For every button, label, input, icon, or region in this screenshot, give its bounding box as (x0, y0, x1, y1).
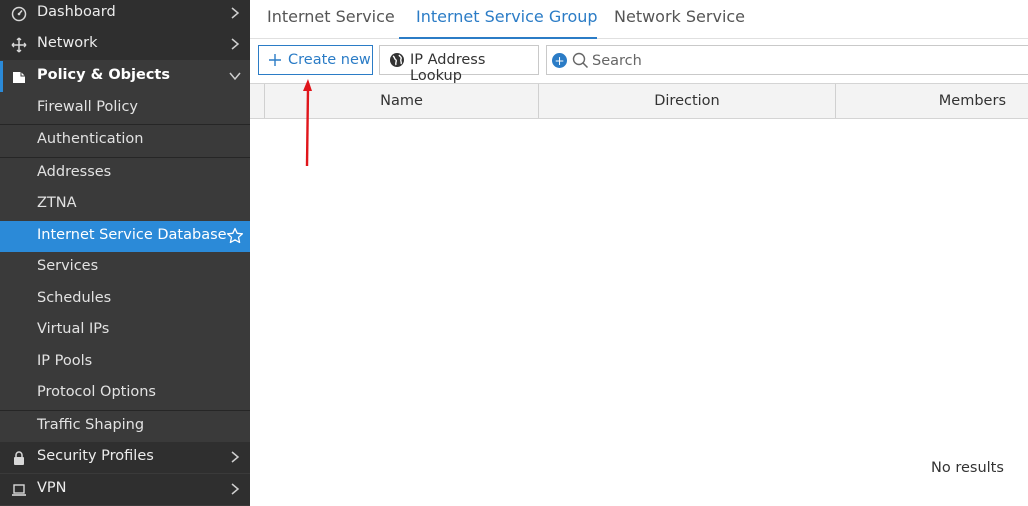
sidebar-subitem-protocol-options[interactable]: Protocol Options (0, 378, 250, 409)
sidebar-subitem-label: Addresses (37, 164, 112, 180)
column-header-direction[interactable]: Direction (539, 84, 836, 118)
empty-state-text: No results (931, 460, 1004, 476)
table-header: Name Direction Members (250, 83, 1028, 119)
chevron-down-icon (228, 68, 242, 84)
chevron-right-icon (228, 481, 242, 497)
sidebar-subitem-label: ZTNA (37, 195, 77, 211)
sidebar-subitem-label: Traffic Shaping (37, 417, 145, 433)
tab-network-service[interactable]: Network Service (614, 7, 745, 26)
chevron-right-icon (228, 449, 242, 465)
sidebar-subitem-label: IP Pools (37, 353, 93, 369)
star-icon[interactable] (226, 227, 244, 245)
main-content: Internet Service Internet Service Group … (250, 0, 1028, 506)
policy-objects-icon (10, 68, 27, 85)
sidebar-subitem-internet-service-database[interactable]: Internet Service Database (0, 221, 250, 252)
tab-internet-service[interactable]: Internet Service (267, 7, 395, 26)
sidebar-item-label: Security Profiles (37, 448, 154, 464)
sidebar-item-security-profiles[interactable]: Security Profiles (0, 442, 250, 473)
sidebar-subitem-ztna[interactable]: ZTNA (0, 189, 250, 220)
add-filter-icon[interactable]: + (552, 53, 567, 68)
sidebar-item-dashboard[interactable]: Dashboard (0, 0, 250, 29)
annotation-arrow-icon (303, 79, 312, 167)
create-new-button[interactable]: Create new (258, 45, 373, 75)
sidebar-subitem-virtual-ips[interactable]: Virtual IPs (0, 315, 250, 346)
sidebar-item-network[interactable]: Network (0, 29, 250, 60)
network-icon (10, 36, 27, 53)
sidebar-subitem-label: Internet Service Database (37, 227, 227, 243)
sidebar-subitem-traffic-shaping[interactable]: Traffic Shaping (0, 411, 250, 442)
select-all-column[interactable] (250, 84, 265, 118)
sidebar-subitem-ip-pools[interactable]: IP Pools (0, 347, 250, 378)
dashboard-icon (10, 5, 27, 22)
ip-address-lookup-button[interactable]: IP Address Lookup (379, 45, 539, 84)
sidebar-subitem-services[interactable]: Services (0, 252, 250, 283)
sidebar-item-vpn[interactable]: VPN (0, 474, 250, 505)
sidebar-subitem-label: Firewall Policy (37, 99, 138, 115)
sidebar-subitem-label: Virtual IPs (37, 321, 110, 337)
sidebar-subitem-label: Authentication (37, 131, 144, 147)
sidebar-subitem-firewall-policy[interactable]: Firewall Policy (0, 93, 250, 124)
search-input[interactable] (592, 50, 1012, 71)
active-tab-indicator (399, 37, 597, 39)
toolbar: Create new IP Address Lookup + (250, 45, 1028, 84)
column-header-members[interactable]: Members (836, 84, 1028, 118)
create-new-label: Create new (288, 52, 371, 68)
tab-bar: Internet Service Internet Service Group … (250, 0, 1028, 39)
ip-address-lookup-label: IP Address Lookup (410, 52, 486, 84)
search-icon (572, 52, 589, 69)
sidebar-item-label: Network (37, 35, 98, 51)
sidebar-subitem-label: Protocol Options (37, 384, 156, 400)
sidebar-subitem-schedules[interactable]: Schedules (0, 284, 250, 315)
chevron-right-icon (228, 36, 242, 52)
sidebar-subitem-label: Services (37, 258, 99, 274)
sidebar-item-label: Dashboard (37, 4, 116, 20)
chevron-right-icon (228, 5, 242, 21)
globe-icon (389, 52, 405, 68)
search-box: + (546, 45, 1028, 75)
laptop-icon (10, 481, 27, 498)
tab-internet-service-group[interactable]: Internet Service Group (416, 7, 598, 26)
lock-icon (10, 449, 27, 466)
sidebar-subitem-addresses[interactable]: Addresses (0, 158, 250, 189)
sidebar-subitem-label: Schedules (37, 290, 112, 306)
sidebar-subitem-authentication[interactable]: Authentication (0, 125, 250, 156)
sidebar-item-label: Policy & Objects (37, 67, 170, 83)
plus-icon (268, 53, 282, 67)
sidebar-item-label: VPN (37, 480, 67, 496)
sidebar: Dashboard Network Policy & Objects Firew… (0, 0, 250, 506)
sidebar-item-policy-objects[interactable]: Policy & Objects (0, 61, 250, 92)
